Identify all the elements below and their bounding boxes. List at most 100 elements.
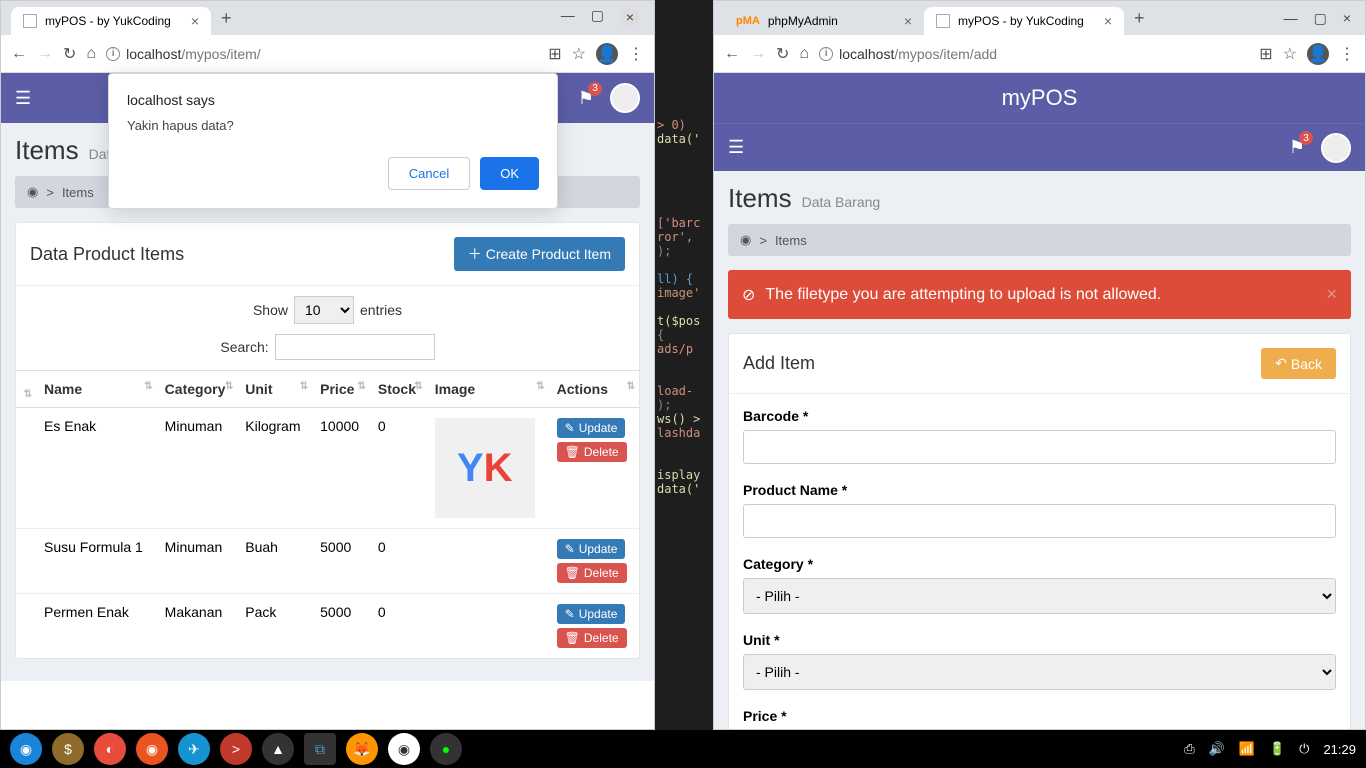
col-actions: Actions⇅ — [549, 371, 639, 408]
new-tab-button[interactable]: + — [1124, 2, 1155, 35]
browser-window-left: myPOS - by YukCoding × + — ▢ × ← → ↻ ⌂ i… — [0, 0, 655, 730]
close-tab-icon[interactable]: × — [904, 13, 912, 29]
dashboard-icon[interactable]: ◉ — [27, 184, 38, 200]
delete-button[interactable]: 🗑 Delete — [557, 628, 627, 648]
cell-actions: ✎ Update 🗑 Delete — [549, 408, 639, 529]
cell-image — [427, 529, 549, 594]
reload-icon[interactable]: ↻ — [776, 44, 789, 64]
show-label: Show — [253, 302, 288, 318]
alert-close-icon[interactable]: × — [1326, 284, 1337, 305]
url-input[interactable]: i localhost/mypos/item/ — [106, 46, 538, 62]
pencil-icon: ✎ — [565, 607, 575, 621]
home-icon[interactable]: ⌂ — [799, 45, 809, 63]
avatar[interactable] — [610, 83, 640, 113]
cell-name: Susu Formula 1 — [36, 529, 157, 594]
update-button[interactable]: ✎ Update — [557, 418, 626, 438]
browser-tab[interactable]: myPOS - by YukCoding × — [11, 7, 211, 35]
update-button[interactable]: ✎ Update — [557, 539, 626, 559]
tab-title: myPOS - by YukCoding — [958, 14, 1084, 28]
notification-flag-icon[interactable]: ⚑3 — [578, 88, 594, 109]
titlebar: myPOS - by YukCoding × + — ▢ × — [1, 1, 654, 35]
maximize-icon[interactable]: ▢ — [1314, 10, 1327, 27]
delete-button[interactable]: 🗑 Delete — [557, 442, 627, 462]
chrome-icon[interactable]: ◉ — [388, 733, 420, 765]
pencil-icon: ✎ — [565, 542, 575, 556]
menu-icon[interactable]: ⋮ — [628, 44, 644, 64]
dialog-message: Yakin hapus data? — [127, 118, 539, 133]
cell-stock: 0 — [370, 529, 427, 594]
maximize-icon[interactable]: ▢ — [591, 7, 604, 27]
star-icon[interactable]: ☆ — [1283, 44, 1297, 64]
minimize-icon[interactable]: — — [1284, 10, 1298, 27]
update-button[interactable]: ✎ Update — [557, 604, 626, 624]
usb-icon[interactable]: ⎙ — [1184, 741, 1194, 757]
col-image: Image⇅ — [427, 371, 549, 408]
app-icon-3[interactable]: ✈ — [178, 733, 210, 765]
url-input[interactable]: i localhost/mypos/item/add — [819, 46, 1249, 62]
close-tab-icon[interactable]: × — [1104, 13, 1112, 29]
back-icon[interactable]: ← — [724, 45, 740, 63]
dashboard-icon[interactable]: ◉ — [740, 232, 751, 248]
unit-select[interactable]: - Pilih - — [743, 654, 1336, 690]
clock[interactable]: 21:29 — [1323, 742, 1356, 757]
cell-unit: Pack — [237, 594, 312, 659]
app-icon-1[interactable]: $ — [52, 733, 84, 765]
pencil-icon: ✎ — [565, 421, 575, 435]
close-window-icon[interactable]: × — [1343, 10, 1351, 27]
address-bar: ← → ↻ ⌂ i localhost/mypos/item/ ⊞ ☆ 👤 ⋮ — [1, 35, 654, 73]
entries-select[interactable]: 10 — [294, 296, 354, 324]
create-product-button[interactable]: ＋ Create Product Item — [454, 237, 625, 271]
android-icon[interactable]: ▲ — [262, 733, 294, 765]
back-button[interactable]: ↶ Back — [1261, 348, 1336, 379]
cell-price: 10000 — [312, 408, 370, 529]
app-icon-2[interactable]: ◐ — [94, 733, 126, 765]
volume-icon[interactable]: 🔊 — [1209, 741, 1225, 757]
items-table: ⇅ Name⇅ Category⇅ Unit⇅ Price⇅ Stock⇅ Im… — [16, 370, 639, 658]
delete-button[interactable]: 🗑 Delete — [557, 563, 627, 583]
menu-icon[interactable]: ⋮ — [1339, 44, 1355, 64]
category-label: Category * — [743, 556, 1336, 572]
back-icon[interactable]: ← — [11, 45, 27, 63]
product-name-input[interactable] — [743, 504, 1336, 538]
app-icon-4[interactable]: ● — [430, 733, 462, 765]
col-name: Name⇅ — [36, 371, 157, 408]
close-window-icon[interactable]: × — [620, 7, 640, 27]
ubuntu-icon[interactable]: ◉ — [136, 733, 168, 765]
translate-icon[interactable]: ⊞ — [1259, 44, 1272, 64]
vscode-icon[interactable]: ⧉ — [304, 733, 336, 765]
form-title: Add Item — [743, 353, 815, 374]
hamburger-icon[interactable]: ☰ — [728, 137, 744, 158]
breadcrumb-item[interactable]: Items — [775, 233, 807, 248]
browser-tab-phpmyadmin[interactable]: pMA phpMyAdmin × — [724, 7, 924, 35]
profile-icon[interactable]: 👤 — [1307, 43, 1329, 65]
minimize-icon[interactable]: — — [561, 7, 575, 27]
reload-icon[interactable]: ↻ — [63, 44, 76, 64]
browser-tab-mypos[interactable]: myPOS - by YukCoding × — [924, 7, 1124, 35]
notification-flag-icon[interactable]: ⚑3 — [1289, 137, 1305, 158]
home-icon[interactable]: ⌂ — [86, 45, 96, 63]
firefox-icon[interactable]: 🦊 — [346, 733, 378, 765]
cancel-button[interactable]: Cancel — [388, 157, 470, 190]
avatar[interactable] — [1321, 133, 1351, 163]
ok-button[interactable]: OK — [480, 157, 539, 190]
close-tab-icon[interactable]: × — [191, 13, 199, 29]
terminal-icon[interactable]: > — [220, 733, 252, 765]
translate-icon[interactable]: ⊞ — [548, 44, 561, 64]
cell-stock: 0 — [370, 594, 427, 659]
search-input[interactable] — [275, 334, 435, 360]
breadcrumb-item[interactable]: Items — [62, 185, 94, 200]
deepin-icon[interactable]: ◉ — [10, 733, 42, 765]
ban-icon: ⊘ — [742, 285, 755, 305]
new-tab-button[interactable]: + — [211, 2, 242, 35]
profile-icon[interactable]: 👤 — [596, 43, 618, 65]
battery-icon[interactable]: 🔋 — [1269, 741, 1285, 757]
hamburger-icon[interactable]: ☰ — [15, 88, 31, 109]
star-icon[interactable]: ☆ — [572, 44, 586, 64]
category-select[interactable]: - Pilih - — [743, 578, 1336, 614]
plus-icon: ＋ — [468, 244, 482, 264]
forward-icon[interactable]: → — [750, 45, 766, 63]
forward-icon[interactable]: → — [37, 45, 53, 63]
power-icon[interactable]: ⏻ — [1299, 741, 1309, 757]
wifi-icon[interactable]: 📶 — [1239, 741, 1255, 757]
barcode-input[interactable] — [743, 430, 1336, 464]
